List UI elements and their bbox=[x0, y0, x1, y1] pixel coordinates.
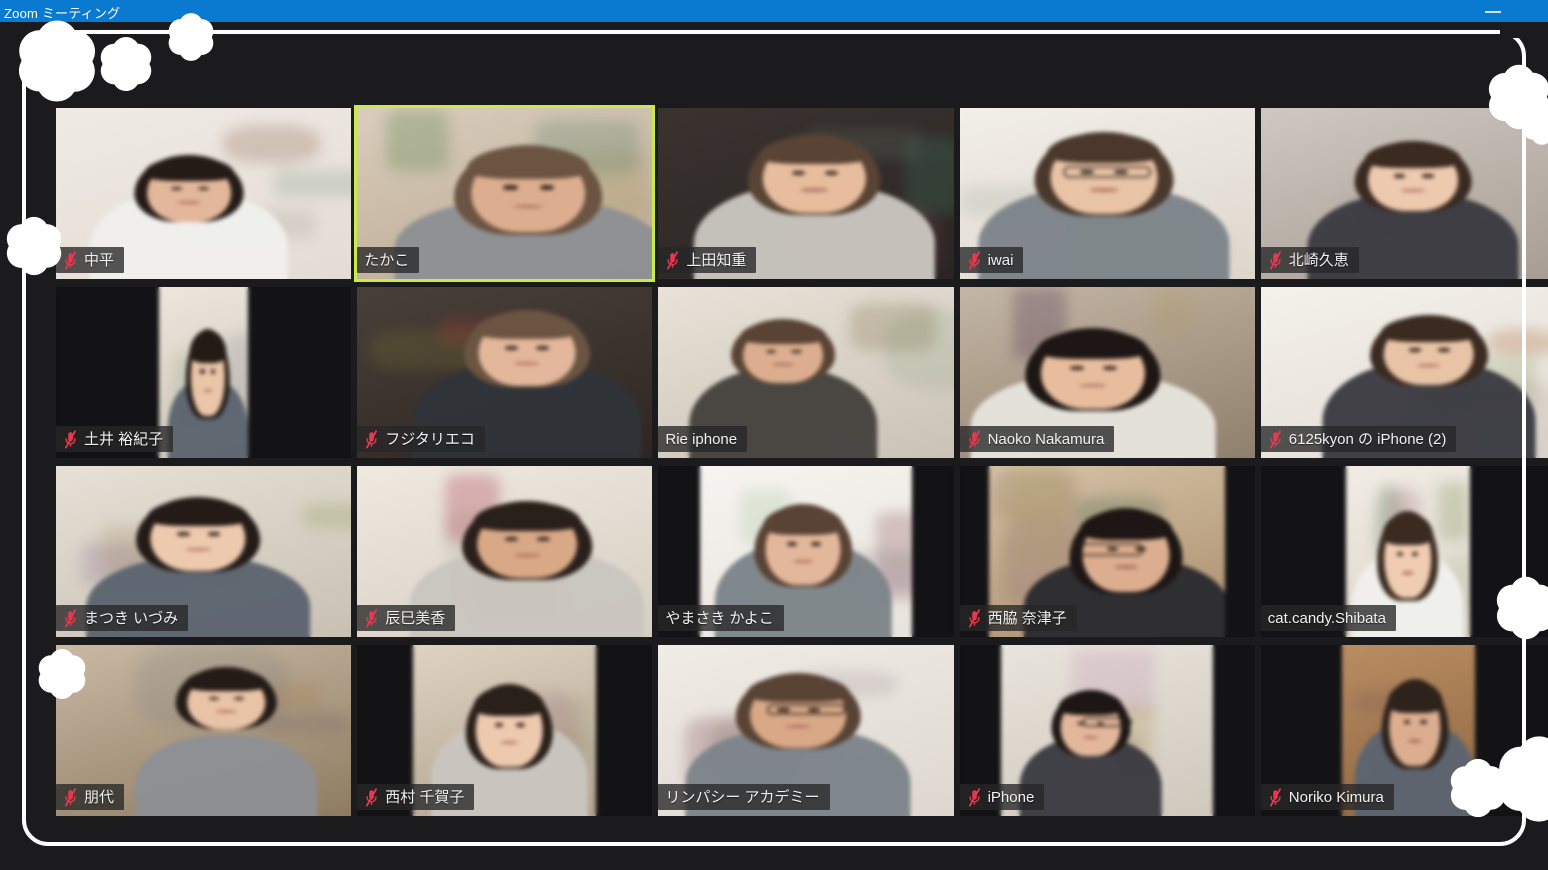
microphone-muted-icon bbox=[1269, 250, 1281, 269]
participant-tile[interactable]: Noriko Kimura bbox=[1260, 645, 1548, 816]
participant-tile[interactable]: 西村 千賀子 bbox=[357, 645, 653, 816]
participant-name-badge: Rie iphone bbox=[658, 426, 748, 452]
participant-name-badge: cat.candy.Shibata bbox=[1260, 605, 1396, 631]
participant-name-label: たかこ bbox=[364, 251, 410, 269]
participant-name-badge: Naoko Nakamura bbox=[959, 426, 1115, 452]
microphone-muted-icon bbox=[65, 787, 76, 806]
participant-tile[interactable]: Rie iphone bbox=[658, 287, 954, 458]
participant-name-label: Naoko Nakamura bbox=[987, 430, 1105, 448]
participant-name-badge: たかこ bbox=[357, 247, 420, 273]
participant-tile[interactable]: iwai bbox=[959, 108, 1255, 279]
participant-tile[interactable]: cat.candy.Shibata bbox=[1260, 466, 1548, 637]
participant-name-label: まつき いづみ bbox=[84, 609, 179, 627]
microphone-muted-icon bbox=[366, 429, 378, 448]
microphone-muted-icon bbox=[366, 608, 378, 627]
window-title: Zoom ミーティング bbox=[4, 6, 121, 21]
gallery-view-stage: 中平 たかこ 上田知重 iwai 北崎久恵土井 裕紀子 フジタリエコ Rie iphone N… bbox=[0, 22, 1548, 870]
participant-name-badge: 中平 bbox=[56, 247, 125, 273]
participant-name-badge: 西脇 奈津子 bbox=[959, 605, 1077, 631]
participant-name-label: Rie iphone bbox=[665, 430, 738, 448]
participant-name-badge: リンパシー アカデミー bbox=[658, 784, 830, 810]
participant-tile[interactable]: たかこ bbox=[354, 105, 656, 282]
participant-name-label: 土井 裕紀子 bbox=[84, 430, 164, 448]
frame-gap-mask bbox=[1500, 22, 1548, 38]
participant-name-label: iPhone bbox=[987, 788, 1035, 806]
participant-name-label: 西村 千賀子 bbox=[385, 788, 465, 806]
microphone-muted-icon bbox=[968, 787, 980, 806]
participant-tile[interactable]: 西脇 奈津子 bbox=[959, 466, 1255, 637]
participant-name-label: 6125kyon の iPhone (2) bbox=[1288, 430, 1447, 448]
participant-name-badge: iwai bbox=[959, 247, 1024, 273]
participant-tile[interactable]: 朋代 bbox=[56, 645, 352, 816]
participant-tile[interactable]: 中平 bbox=[56, 108, 352, 279]
participant-name-label: 中平 bbox=[84, 251, 115, 269]
participant-tile[interactable]: 辰巳美香 bbox=[357, 466, 653, 637]
microphone-muted-icon bbox=[65, 608, 76, 627]
participant-name-label: リンパシー アカデミー bbox=[665, 788, 820, 806]
participant-name-label: cat.candy.Shibata bbox=[1267, 609, 1386, 627]
participant-tile[interactable]: フジタリエコ bbox=[357, 287, 653, 458]
participant-name-badge: 北崎久恵 bbox=[1260, 247, 1359, 273]
microphone-muted-icon bbox=[968, 429, 980, 448]
participant-tile[interactable]: Naoko Nakamura bbox=[959, 287, 1255, 458]
microphone-muted-icon bbox=[1269, 787, 1281, 806]
zoom-meeting-window: Zoom ミーティング 中平 たかこ 上田知重 iwai 北崎久恵土井 裕紀子 フジタリエ… bbox=[0, 0, 1548, 870]
participant-tile[interactable]: 北崎久恵 bbox=[1260, 108, 1548, 279]
participant-tile[interactable]: やまさき かよこ bbox=[658, 466, 954, 637]
window-titlebar[interactable]: Zoom ミーティング bbox=[0, 0, 1548, 22]
participant-video-grid: 中平 たかこ 上田知重 iwai 北崎久恵土井 裕紀子 フジタリエコ Rie iphone N… bbox=[56, 105, 1548, 816]
participant-name-badge: iPhone bbox=[959, 784, 1045, 810]
window-minimize-button[interactable] bbox=[1470, 0, 1516, 22]
participant-name-badge: 朋代 bbox=[56, 784, 125, 810]
participant-name-label: iwai bbox=[987, 251, 1014, 269]
participant-name-label: 北崎久恵 bbox=[1288, 251, 1349, 269]
microphone-muted-icon bbox=[968, 608, 980, 627]
participant-name-badge: 西村 千賀子 bbox=[357, 784, 475, 810]
participant-name-label: 上田知重 bbox=[686, 251, 747, 269]
participant-tile[interactable]: まつき いづみ bbox=[56, 466, 352, 637]
participant-tile[interactable]: 上田知重 bbox=[658, 108, 954, 279]
participant-name-label: やまさき かよこ bbox=[665, 609, 774, 627]
participant-name-label: 西脇 奈津子 bbox=[987, 609, 1067, 627]
participant-tile[interactable]: 土井 裕紀子 bbox=[56, 287, 352, 458]
participant-name-badge: 辰巳美香 bbox=[357, 605, 456, 631]
participant-name-label: Noriko Kimura bbox=[1288, 788, 1384, 806]
participant-tile[interactable]: リンパシー アカデミー bbox=[658, 645, 954, 816]
participant-name-badge: フジタリエコ bbox=[357, 426, 485, 452]
microphone-muted-icon bbox=[366, 787, 378, 806]
participant-name-label: 朋代 bbox=[84, 788, 115, 806]
participant-name-badge: やまさき かよこ bbox=[658, 605, 784, 631]
participant-name-badge: Noriko Kimura bbox=[1260, 784, 1394, 810]
participant-name-badge: 6125kyon の iPhone (2) bbox=[1260, 426, 1457, 452]
participant-tile[interactable]: iPhone bbox=[959, 645, 1255, 816]
microphone-muted-icon bbox=[1269, 429, 1281, 448]
participant-name-badge: 土井 裕紀子 bbox=[56, 426, 174, 452]
microphone-muted-icon bbox=[667, 250, 679, 269]
participant-tile[interactable]: 6125kyon の iPhone (2) bbox=[1260, 287, 1548, 458]
microphone-muted-icon bbox=[968, 250, 980, 269]
participant-name-label: 辰巳美香 bbox=[385, 609, 446, 627]
participant-name-badge: 上田知重 bbox=[658, 247, 757, 273]
microphone-muted-icon bbox=[65, 429, 76, 448]
participant-name-badge: まつき いづみ bbox=[56, 605, 189, 631]
participant-name-label: フジタリエコ bbox=[385, 430, 475, 448]
microphone-muted-icon bbox=[65, 250, 76, 269]
